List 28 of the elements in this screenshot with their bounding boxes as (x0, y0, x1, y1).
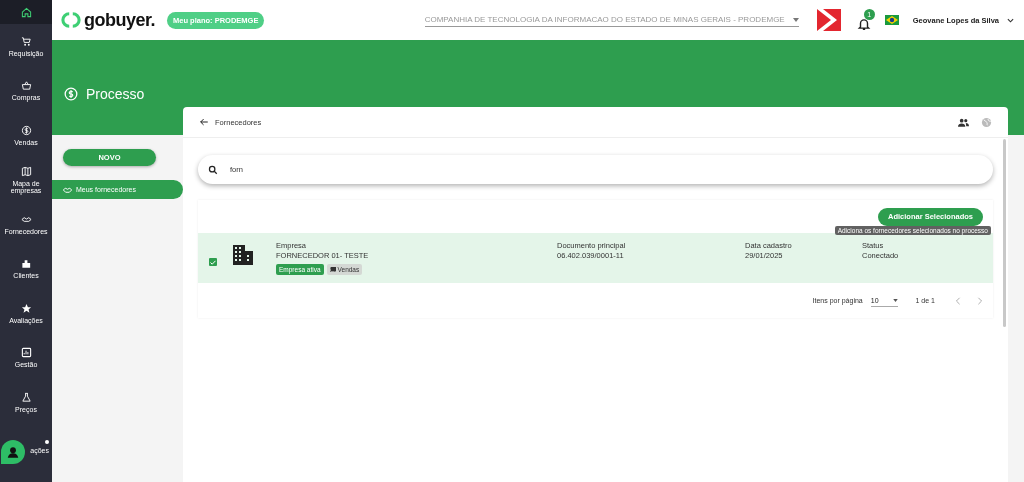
building-icon (231, 243, 255, 267)
map-icon (20, 165, 32, 177)
people-icon[interactable] (958, 117, 969, 127)
bell-icon (856, 17, 871, 31)
support-chat-button[interactable] (1, 440, 25, 464)
search-icon (208, 164, 218, 175)
back-arrow-icon[interactable] (199, 117, 209, 127)
basket-icon (20, 80, 32, 92)
scrollbar[interactable] (1003, 139, 1006, 327)
dot-icon (45, 439, 49, 444)
flask-icon (20, 391, 32, 403)
chart-icon (20, 347, 32, 359)
company-logo-icon (816, 9, 841, 31)
star-icon (20, 302, 32, 314)
checkbox[interactable] (209, 258, 217, 266)
chevron-down-icon (1007, 17, 1014, 23)
caret-icon (792, 17, 799, 22)
logo-text: gobuyer. (84, 9, 155, 31)
home-icon (20, 6, 32, 18)
sidebar-item[interactable] (0, 0, 52, 24)
caret-icon (892, 298, 898, 302)
cart-icon (20, 35, 32, 47)
dollar-icon (20, 124, 32, 136)
person-icon (6, 445, 20, 459)
dollar-icon (64, 86, 78, 101)
page-title: Processo (52, 40, 183, 135)
brazil-flag-icon[interactable] (884, 15, 899, 25)
logo-icon (60, 11, 82, 29)
